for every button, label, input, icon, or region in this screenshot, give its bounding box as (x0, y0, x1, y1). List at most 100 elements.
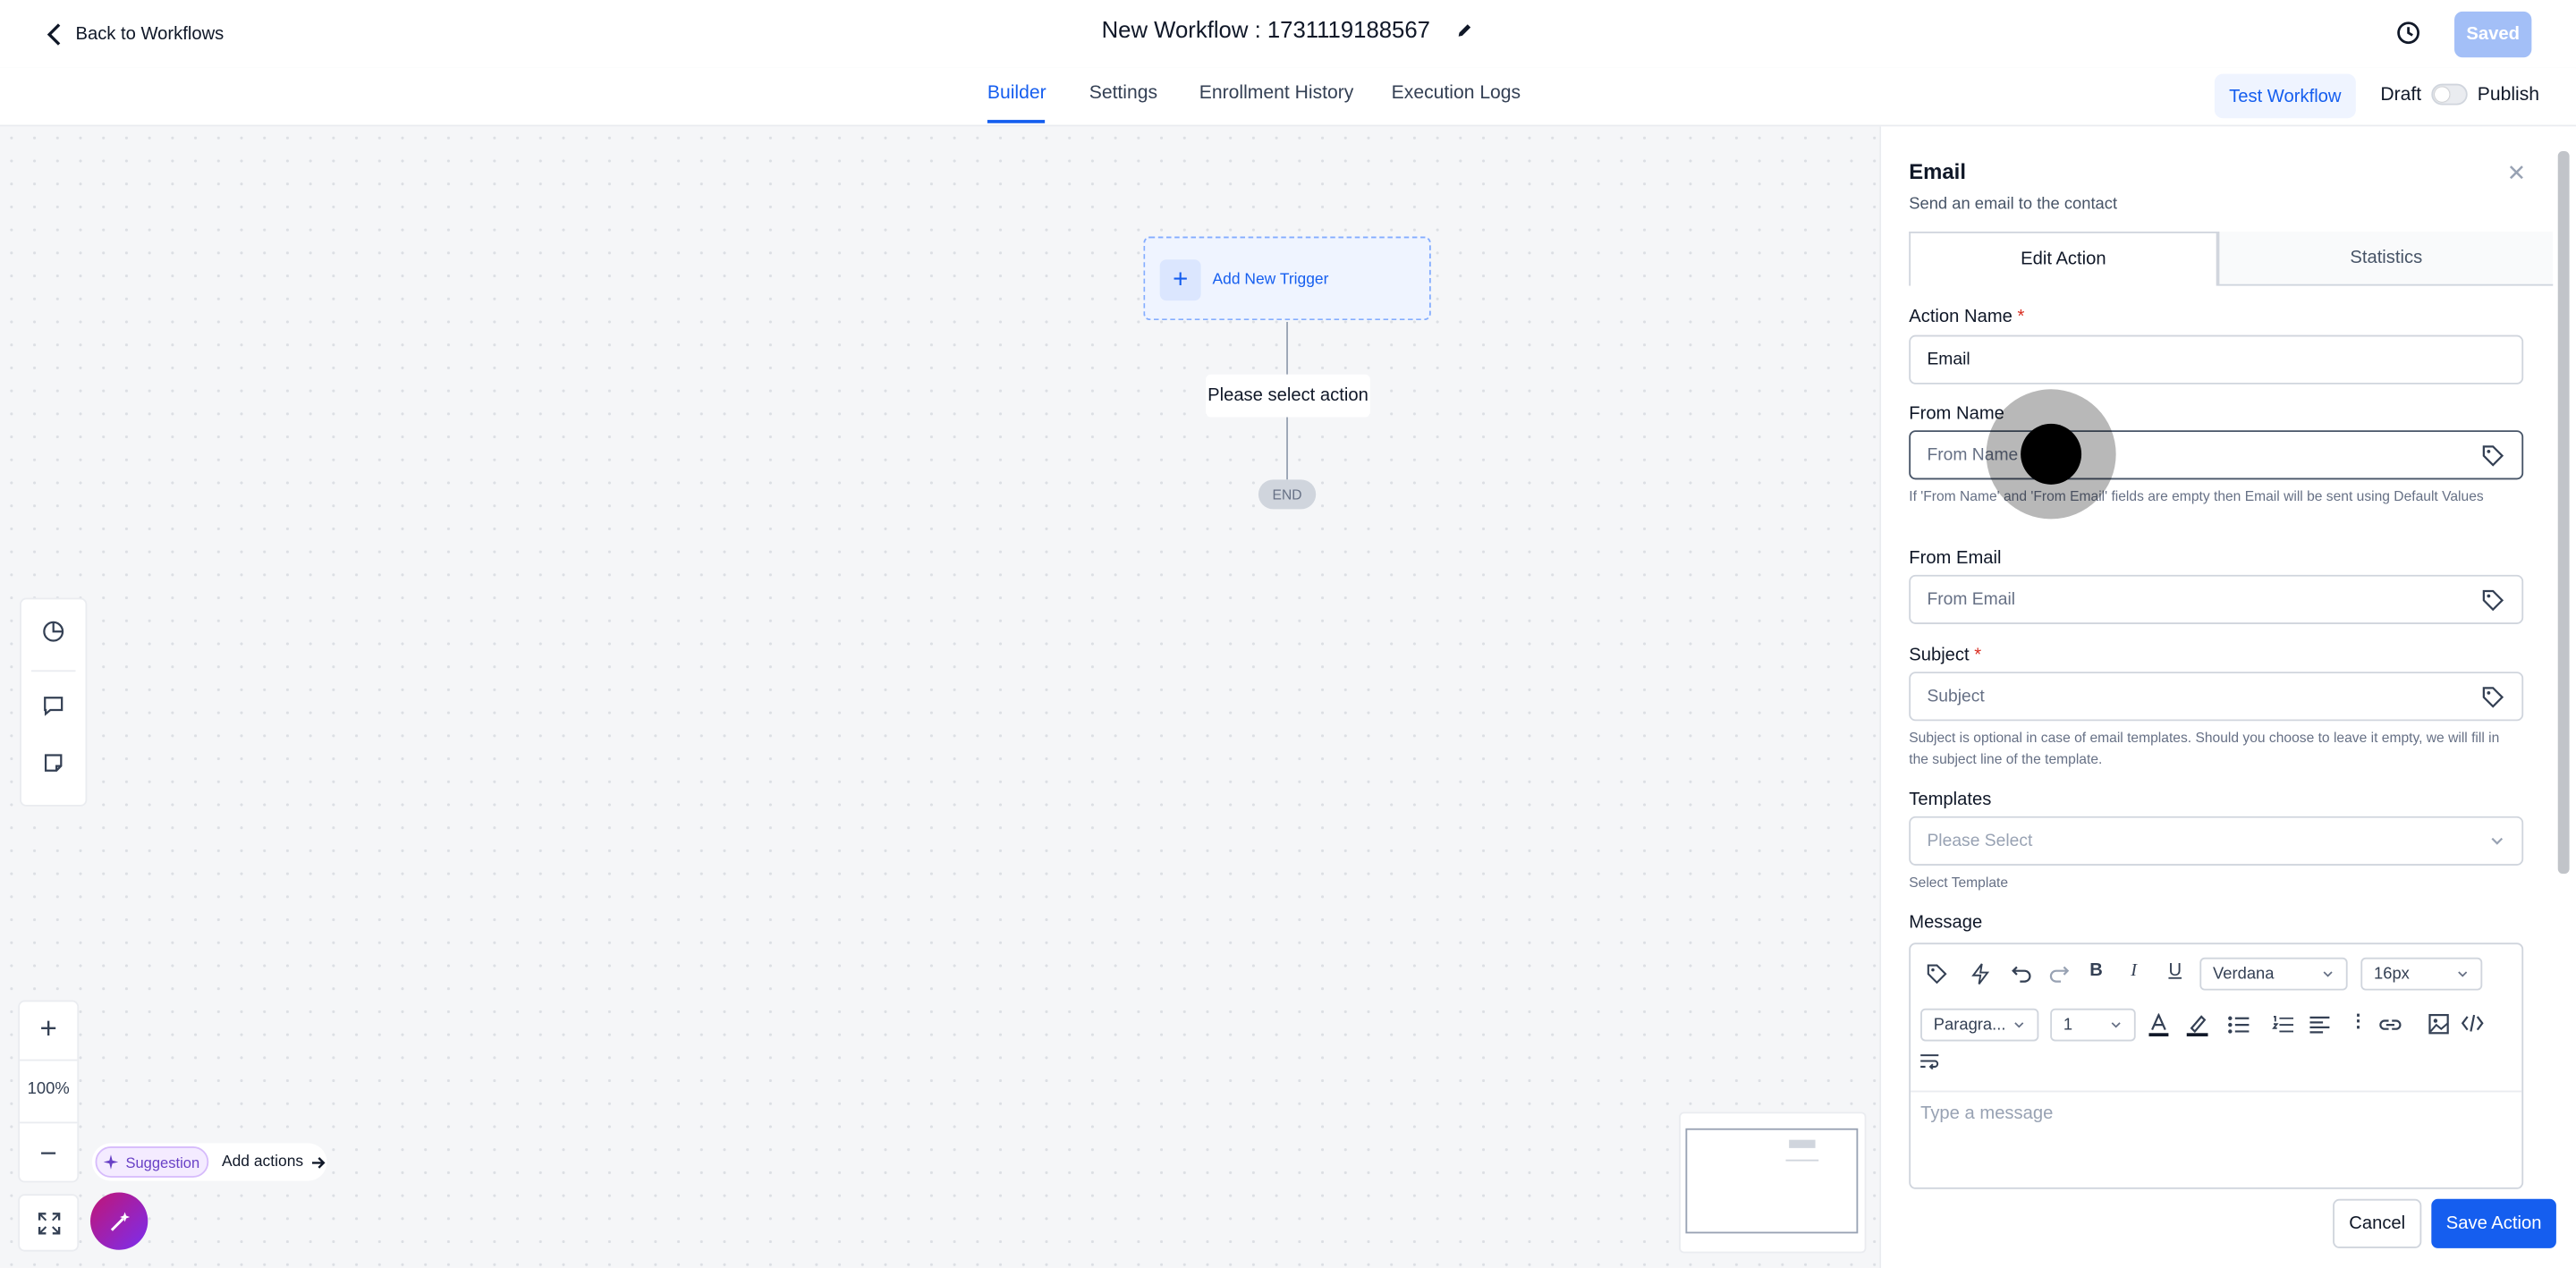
templates-help: Select Template (1909, 874, 2009, 891)
ai-sparkle-button[interactable] (90, 1192, 148, 1250)
align-icon[interactable] (2309, 1015, 2330, 1040)
saved-button[interactable]: Saved (2454, 11, 2532, 58)
workflow-canvas[interactable] (0, 126, 1880, 1268)
tag-icon[interactable] (2480, 684, 2505, 709)
templates-select[interactable]: Please Select (1909, 816, 2524, 866)
subject-help: Subject is optional in case of email tem… (1909, 729, 2500, 767)
code-icon[interactable] (2461, 1013, 2484, 1038)
save-action-button[interactable]: Save Action (2431, 1198, 2556, 1248)
tag-icon[interactable] (2480, 443, 2505, 468)
add-actions-link[interactable]: Add actions (222, 1153, 326, 1171)
history-clock-icon[interactable] (2395, 20, 2421, 55)
editor-divider (1911, 1090, 2522, 1093)
publish-toggle[interactable] (2431, 83, 2468, 106)
font-size-select[interactable]: 16px (2360, 957, 2483, 991)
sticky-note-icon[interactable] (41, 750, 66, 783)
subject-label: Subject * (1909, 646, 1981, 665)
subject-input[interactable]: Subject (1909, 672, 2524, 722)
undo-icon[interactable] (2011, 962, 2032, 988)
chevron-down-icon (2323, 971, 2333, 977)
tag-icon[interactable] (1926, 962, 1949, 990)
zoom-level: 100% (27, 1080, 70, 1099)
panel-subtitle: Send an email to the contact (1909, 195, 2118, 214)
chevron-down-icon (2458, 971, 2468, 977)
minimap-viewport (1685, 1128, 1859, 1234)
link-icon[interactable] (2379, 1015, 2402, 1040)
close-icon[interactable]: ✕ (2507, 159, 2527, 187)
test-workflow-button[interactable]: Test Workflow (2214, 73, 2356, 119)
from-email-input[interactable]: From Email (1909, 574, 2524, 624)
action-name-label: Action Name * (1909, 307, 2024, 326)
action-name-input[interactable]: Email (1909, 334, 2524, 385)
numbered-list-icon[interactable] (2272, 1015, 2294, 1040)
zoom-divider (20, 1121, 78, 1124)
tab-builder[interactable]: Builder (987, 84, 1046, 104)
zoom-in-button[interactable]: + (20, 1011, 77, 1046)
fit-view-expand-icon[interactable] (18, 1194, 80, 1252)
text-wrap-icon[interactable] (1920, 1052, 1940, 1074)
connector-line (1286, 417, 1288, 480)
text-color-icon[interactable] (2148, 1012, 2169, 1043)
from-email-placeholder: From Email (1927, 589, 2016, 610)
click-indicator-dot (2021, 423, 2082, 485)
active-tab-indicator (987, 120, 1046, 123)
panel-scrollbar[interactable] (2555, 143, 2572, 1178)
publish-label: Publish (2477, 85, 2540, 106)
subject-placeholder: Subject (1927, 686, 1985, 706)
required-mark: * (1974, 645, 1982, 665)
chevron-down-icon (2491, 837, 2504, 845)
line-height-select[interactable]: 1 (2050, 1008, 2136, 1042)
tab-execution-logs[interactable]: Execution Logs (1392, 84, 1521, 104)
message-placeholder[interactable]: Type a message (1920, 1103, 2053, 1123)
more-vertical-icon[interactable]: ⋮ (2349, 1010, 2367, 1031)
image-icon[interactable] (2428, 1013, 2450, 1039)
end-node: END (1258, 479, 1317, 510)
add-new-trigger-node[interactable]: + Add New Trigger (1143, 236, 1431, 321)
underline-icon[interactable]: U (2168, 960, 2182, 980)
zoom-out-button[interactable]: − (20, 1137, 77, 1171)
tab-statistics[interactable]: Statistics (2217, 231, 2554, 286)
comment-icon[interactable] (41, 693, 66, 726)
message-editor: B I U Verdana 16px Paragra... 1 ⋮ Type a… (1909, 943, 2524, 1189)
arrow-right-icon (311, 1156, 325, 1168)
bold-icon[interactable]: B (2089, 960, 2103, 980)
templates-placeholder: Please Select (1927, 831, 2033, 851)
font-family-value: Verdana (2213, 965, 2275, 984)
from-email-label: From Email (1909, 548, 2002, 569)
toggle-knob (2434, 87, 2450, 102)
cancel-button[interactable]: Cancel (2333, 1198, 2422, 1248)
lightning-icon[interactable] (1970, 962, 1991, 990)
tab-enrollment-history[interactable]: Enrollment History (1199, 84, 1354, 104)
tab-edit-action[interactable]: Edit Action (1909, 231, 2218, 286)
font-family-select[interactable]: Verdana (2199, 957, 2348, 991)
subject-label-text: Subject (1909, 645, 1970, 665)
line-height-value: 1 (2063, 1015, 2073, 1035)
workflow-title-text: New Workflow : 1731119188567 (1101, 16, 1430, 43)
chart-pie-icon[interactable] (41, 619, 66, 652)
chevron-down-icon (2111, 1022, 2121, 1028)
required-mark: * (2017, 307, 2025, 327)
chevron-down-icon (2014, 1022, 2024, 1028)
workflow-title: New Workflow : 1731119188567 (0, 16, 2576, 45)
select-action-node[interactable]: Please select action (1206, 374, 1370, 418)
edit-title-pencil-icon[interactable] (1456, 19, 1474, 45)
connector-line (1286, 321, 1288, 375)
sparkle-icon (109, 1211, 130, 1230)
scrollbar-thumb[interactable] (2557, 150, 2570, 875)
tag-icon[interactable] (2480, 588, 2505, 613)
from-name-label: From Name (1909, 403, 2004, 424)
suggestion-label: Suggestion (125, 1154, 200, 1171)
draft-label: Draft (2380, 85, 2422, 106)
redo-icon[interactable] (2048, 962, 2070, 988)
plus-icon: + (1159, 259, 1201, 301)
highlight-icon[interactable] (2186, 1013, 2208, 1043)
toolbar-divider (30, 670, 76, 672)
action-name-label-text: Action Name (1909, 307, 2012, 327)
templates-label: Templates (1909, 790, 1992, 810)
bullet-list-icon[interactable] (2228, 1015, 2250, 1040)
minimap[interactable] (1679, 1112, 1867, 1254)
block-type-select[interactable]: Paragra... (1920, 1008, 2039, 1042)
suggestion-chip[interactable]: Suggestion (95, 1146, 209, 1178)
italic-icon[interactable]: I (2131, 960, 2137, 980)
tab-settings[interactable]: Settings (1089, 84, 1157, 104)
